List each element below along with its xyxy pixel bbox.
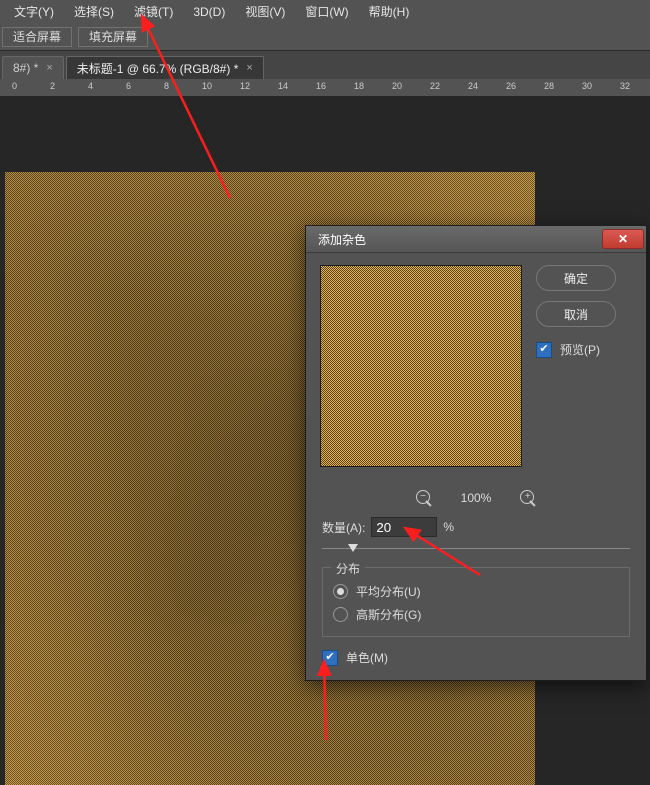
menu-text[interactable]: 文字(Y): [4, 0, 64, 24]
document-tab-active[interactable]: 未标题-1 @ 66.7% (RGB/8#) * ×: [66, 56, 264, 79]
ruler-tick: 26: [506, 81, 516, 91]
zoom-percent: 100%: [461, 491, 492, 505]
preview-checkbox-row[interactable]: ✔ 预览(P): [536, 341, 632, 358]
ruler-tick: 24: [468, 81, 478, 91]
menu-help[interactable]: 帮助(H): [359, 0, 420, 24]
ruler-tick: 12: [240, 81, 250, 91]
menu-3d[interactable]: 3D(D): [183, 0, 235, 24]
ruler-tick: 20: [392, 81, 402, 91]
add-noise-dialog: 添加杂色 ✕ 确定 取消 ✔ 预览(P) − 100% + 数量(A): % 分…: [305, 225, 647, 681]
ruler-tick: 22: [430, 81, 440, 91]
radio-unchecked-icon: [333, 607, 348, 622]
amount-label: 数量(A):: [322, 519, 365, 536]
radio-uniform[interactable]: 平均分布(U): [333, 580, 619, 603]
dialog-close-button[interactable]: ✕: [602, 229, 644, 249]
close-icon[interactable]: ×: [246, 62, 252, 74]
menu-select[interactable]: 选择(S): [64, 0, 124, 24]
ruler-tick: 0: [12, 81, 17, 91]
document-tab-bar: 8#) * × 未标题-1 @ 66.7% (RGB/8#) * ×: [0, 51, 650, 79]
close-icon: ✕: [618, 232, 628, 246]
ruler-tick: 8: [164, 81, 169, 91]
ruler-tick: 10: [202, 81, 212, 91]
amount-row: 数量(A): %: [306, 517, 646, 541]
options-bar: 适合屏幕 填充屏幕: [0, 24, 650, 51]
checkbox-checked-icon[interactable]: ✔: [536, 342, 552, 358]
amount-input[interactable]: [371, 517, 437, 537]
close-icon[interactable]: ×: [46, 62, 52, 74]
amount-unit: %: [443, 520, 454, 534]
fill-screen-button[interactable]: 填充屏幕: [78, 27, 148, 47]
slider-thumb-icon[interactable]: [348, 544, 358, 552]
monochrome-label: 单色(M): [346, 649, 388, 666]
ruler-tick: 2: [50, 81, 55, 91]
dialog-titlebar[interactable]: 添加杂色 ✕: [306, 226, 646, 253]
fit-screen-button[interactable]: 适合屏幕: [2, 27, 72, 47]
zoom-controls: − 100% +: [306, 483, 646, 517]
menu-view[interactable]: 视图(V): [235, 0, 295, 24]
menu-bar: 文字(Y) 选择(S) 滤镜(T) 3D(D) 视图(V) 窗口(W) 帮助(H…: [0, 0, 650, 24]
dialog-title: 添加杂色: [318, 231, 366, 248]
ruler-tick: 30: [582, 81, 592, 91]
radio-checked-icon: [333, 584, 348, 599]
ruler-tick: 16: [316, 81, 326, 91]
horizontal-ruler: 0 2 4 6 8 10 12 14 16 18 20 22 24 26 28 …: [0, 79, 650, 97]
preview-label: 预览(P): [560, 341, 600, 358]
noise-preview: [320, 265, 522, 467]
monochrome-row[interactable]: ✔ 单色(M): [306, 649, 646, 680]
zoom-in-icon[interactable]: +: [519, 489, 537, 507]
radio-label: 平均分布(U): [356, 583, 421, 600]
distribution-legend: 分布: [331, 560, 365, 577]
radio-gaussian[interactable]: 高斯分布(G): [333, 603, 619, 626]
ruler-tick: 32: [620, 81, 630, 91]
ruler-tick: 4: [88, 81, 93, 91]
amount-slider[interactable]: [322, 541, 630, 557]
ruler-tick: 6: [126, 81, 131, 91]
radio-label: 高斯分布(G): [356, 606, 421, 623]
distribution-group: 分布 平均分布(U) 高斯分布(G): [322, 567, 630, 637]
checkbox-checked-icon[interactable]: ✔: [322, 650, 338, 666]
slider-track: [322, 548, 630, 549]
zoom-out-icon[interactable]: −: [415, 489, 433, 507]
tab-label: 8#) *: [13, 61, 38, 75]
ruler-tick: 28: [544, 81, 554, 91]
ruler-tick: 18: [354, 81, 364, 91]
document-tab[interactable]: 8#) * ×: [2, 56, 64, 79]
menu-filter[interactable]: 滤镜(T): [124, 0, 183, 24]
ruler-tick: 14: [278, 81, 288, 91]
ok-button[interactable]: 确定: [536, 265, 616, 291]
tab-label: 未标题-1 @ 66.7% (RGB/8#) *: [77, 60, 239, 77]
menu-window[interactable]: 窗口(W): [295, 0, 358, 24]
cancel-button[interactable]: 取消: [536, 301, 616, 327]
